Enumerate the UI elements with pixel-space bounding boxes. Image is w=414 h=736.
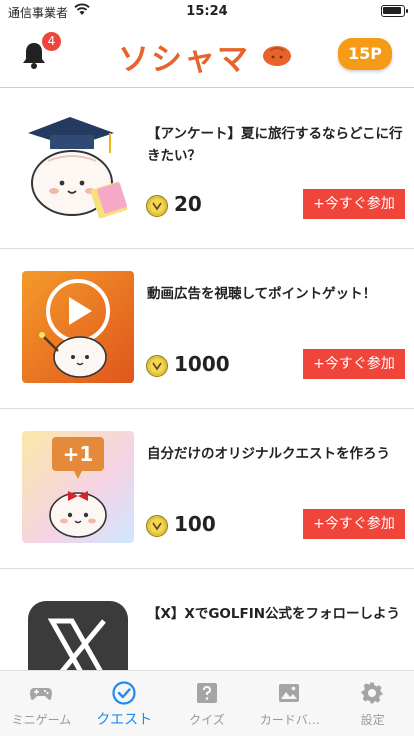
gear-icon <box>361 682 383 704</box>
tab-label: クイズ <box>189 713 225 727</box>
app-logo: ソシャマ <box>118 42 250 78</box>
tab-minigame[interactable]: ミニゲーム <box>0 671 83 736</box>
tab-label: ミニゲーム <box>11 713 72 727</box>
quest-reward: 100 <box>174 512 216 536</box>
points-badge[interactable]: 15P <box>338 38 392 70</box>
quest-list: 【アンケート】夏に旅行するならどこに行きたい？ 20 +今すぐ参加 動画広告を視… <box>0 89 414 729</box>
join-now-button[interactable]: +今すぐ参加 <box>303 509 405 539</box>
tab-quest[interactable]: クエスト <box>83 671 166 736</box>
tab-label: クエスト <box>96 712 153 728</box>
coin-icon <box>146 355 168 377</box>
join-now-button[interactable]: +今すぐ参加 <box>303 349 405 379</box>
plus-one-badge: +1 <box>62 442 94 466</box>
notification-count-badge: 4 <box>42 32 61 51</box>
quest-reward: 20 <box>174 192 202 216</box>
status-time: 15:24 <box>186 4 228 19</box>
coin-icon <box>146 515 168 537</box>
quest-title: 動画広告を視聴してポイントゲット！ <box>147 286 377 302</box>
logo-bun-icon <box>263 46 291 66</box>
quest-card[interactable]: 【アンケート】夏に旅行するならどこに行きたい？ 20 +今すぐ参加 <box>0 89 414 249</box>
picture-icon <box>279 684 300 702</box>
tab-quiz[interactable]: クイズ <box>166 671 249 736</box>
quiz-icon <box>196 683 217 703</box>
quest-card[interactable]: 動画広告を視聴してポイントゲット！ 1000 +今すぐ参加 <box>0 249 414 409</box>
tab-settings[interactable]: 設定 <box>331 671 414 736</box>
tab-card-battle[interactable]: カードバ… <box>248 671 331 736</box>
join-now-button[interactable]: +今すぐ参加 <box>303 189 405 219</box>
graduation-mascot-icon <box>28 117 128 219</box>
quest-title: 【アンケート】夏に旅行するならどこに行きたい？ <box>147 126 403 164</box>
tab-label: 設定 <box>360 713 385 727</box>
quest-reward: 1000 <box>174 352 230 376</box>
quest-title: 【X】XでGOLFIN公式をフォローしよう <box>147 606 401 622</box>
status-bar: 通信事業者 15:24 <box>0 0 414 22</box>
app-header: 4 ソシャマ 15P <box>0 22 414 88</box>
battery-icon <box>381 5 408 17</box>
bottom-tab-bar: ミニゲーム クエスト クイズ カードバ… 設定 <box>0 670 414 736</box>
tab-label: カードバ… <box>259 713 320 727</box>
quest-thumbnail-plus-one-mascot: +1 <box>22 431 134 543</box>
coin-icon <box>146 195 168 217</box>
quest-title: 自分だけのオリジナルクエストを作ろう <box>147 446 390 462</box>
quest-card[interactable]: +1 自分だけのオリジナルクエストを作ろう 100 +今すぐ参加 <box>0 409 414 569</box>
play-video-mascot-icon <box>39 279 110 378</box>
quest-thumbnail-play-video-mascot <box>22 271 134 383</box>
quest-thumbnail-graduation-mascot <box>22 111 134 223</box>
gamepad-icon <box>30 688 52 700</box>
check-circle-icon <box>112 681 136 705</box>
